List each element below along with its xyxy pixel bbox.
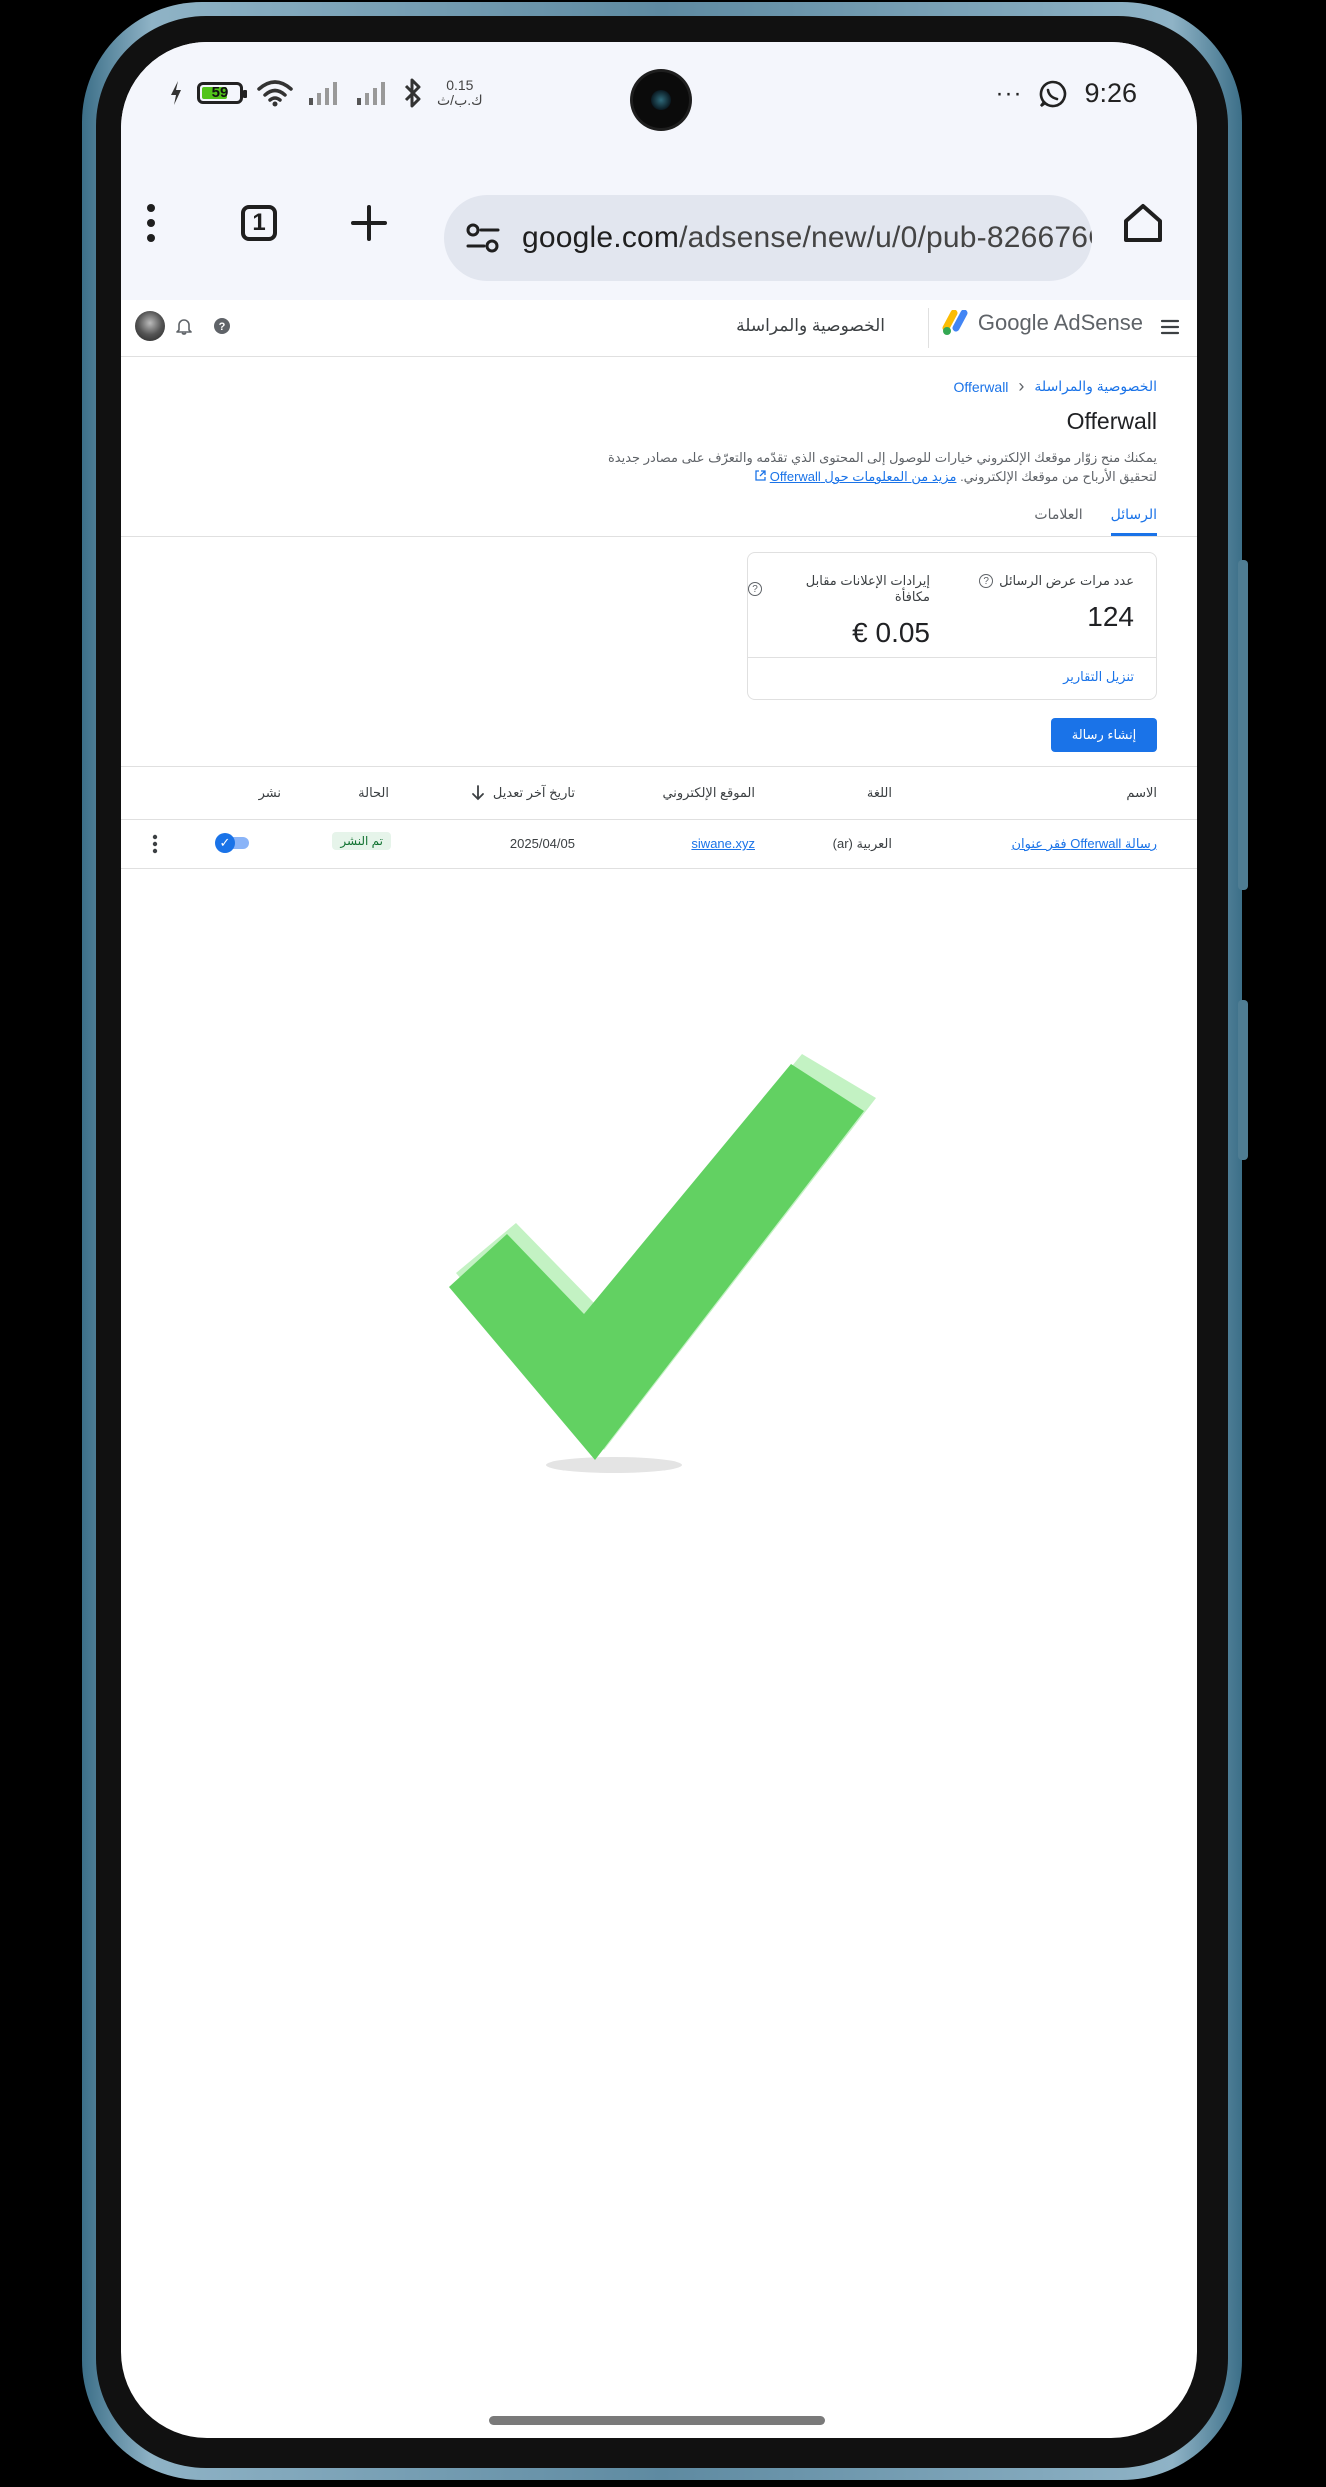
bluetooth-icon bbox=[404, 78, 421, 108]
tab-count-icon: 1 bbox=[241, 205, 277, 241]
power-button bbox=[1238, 1000, 1248, 1160]
battery-icon: 59 bbox=[197, 82, 247, 104]
row-actions-menu[interactable] bbox=[147, 832, 163, 856]
more-notifications-icon: ··· bbox=[995, 79, 1023, 107]
home-icon bbox=[1124, 204, 1162, 242]
download-reports-link[interactable]: تنزيل التقارير bbox=[1063, 669, 1134, 685]
col-language[interactable]: اللغة bbox=[867, 785, 892, 801]
tab-labels[interactable]: العلامات bbox=[1034, 506, 1082, 536]
new-tab-button[interactable] bbox=[343, 197, 395, 249]
plus-icon bbox=[351, 205, 387, 241]
nav-section-title: الخصوصية والمراسلة bbox=[736, 316, 885, 335]
message-name-link[interactable]: رسالة Offerwall فقر عنوان bbox=[1012, 836, 1158, 852]
tab-bar: الرسائل العلامات bbox=[1034, 506, 1157, 536]
stats-card: عدد مرات عرض الرسائل? 124 إيرادات الإعلا… bbox=[747, 552, 1157, 700]
row-last-modified: 2025/04/05 bbox=[509, 836, 575, 851]
speed-value: 0.15 bbox=[446, 77, 474, 93]
create-message-button[interactable]: إنشاء رسالة bbox=[1051, 718, 1157, 752]
col-publish[interactable]: نشر bbox=[259, 785, 281, 801]
url-text[interactable]: google.com/adsense/new/u/0/pub-826676C bbox=[522, 221, 1092, 255]
bell-icon bbox=[176, 319, 192, 335]
notifications-button[interactable] bbox=[172, 314, 196, 338]
battery-level: 59 bbox=[211, 84, 229, 101]
views-metric: عدد مرات عرض الرسائل? 124 bbox=[952, 553, 1156, 657]
status-badge-label: تم النشر bbox=[332, 832, 391, 850]
url-path: /adsense/new/u/0/pub-826676C bbox=[679, 221, 1092, 254]
chevron-left-icon: ‹ bbox=[1018, 376, 1025, 396]
col-last-modified[interactable]: تاريخ آخر تعديل bbox=[471, 785, 575, 801]
wifi-icon bbox=[257, 80, 293, 107]
avatar[interactable] bbox=[135, 311, 165, 341]
col-site[interactable]: الموقع الإلكتروني bbox=[662, 785, 755, 801]
revenue-metric: إيرادات الإعلانات مقابل مكافأة? € 0.05 bbox=[748, 553, 952, 657]
brand-name: Google AdSense bbox=[977, 310, 1143, 335]
signal-icon bbox=[309, 82, 337, 105]
status-bar: 59 0.15 ك.ب/ث ··· 9:26 bbox=[121, 42, 1197, 147]
network-speed: 0.15 ك.ب/ث bbox=[437, 78, 483, 108]
adsense-brand[interactable]: Google AdSense bbox=[942, 310, 1143, 336]
breadcrumb-parent[interactable]: الخصوصية والمراسلة bbox=[1034, 378, 1157, 395]
col-name[interactable]: الاسم bbox=[1126, 785, 1157, 801]
sort-arrow-down-icon bbox=[472, 785, 484, 801]
address-bar[interactable]: google.com/adsense/new/u/0/pub-826676C bbox=[444, 195, 1092, 281]
help-icon[interactable]: ? bbox=[979, 574, 994, 588]
col-status[interactable]: الحالة bbox=[358, 785, 389, 801]
description-line-1: يمكنك منح زوّار موقعك الإلكتروني خيارات … bbox=[607, 450, 1157, 465]
page-title: Offerwall bbox=[1066, 408, 1157, 434]
open-external-icon bbox=[755, 470, 766, 481]
check-icon: ✓ bbox=[215, 833, 235, 853]
url-host: google.com bbox=[522, 221, 680, 254]
status-left: 59 0.15 ك.ب/ث bbox=[169, 78, 483, 108]
table-row[interactable]: رسالة Offerwall فقر عنوان العربية (ar) s… bbox=[121, 820, 1197, 869]
adsense-header: ? الخصوصية والمراسلة Google AdSense bbox=[121, 300, 1197, 357]
status-right: ··· 9:26 bbox=[995, 78, 1137, 109]
signal-icon bbox=[357, 82, 385, 105]
clock: 9:26 bbox=[1084, 78, 1137, 108]
whatsapp-icon bbox=[1040, 80, 1067, 107]
browser-menu-button[interactable] bbox=[125, 197, 177, 249]
help-button[interactable]: ? bbox=[210, 314, 234, 338]
home-indicator[interactable] bbox=[489, 2416, 825, 2425]
front-camera bbox=[633, 72, 689, 128]
charging-icon bbox=[171, 81, 181, 105]
speed-unit: ك.ب/ث bbox=[437, 92, 483, 108]
publish-toggle[interactable]: ✓ bbox=[215, 832, 249, 854]
phone-screen: 59 0.15 ك.ب/ث ··· 9:26 1 google.com/adse… bbox=[121, 42, 1197, 2438]
adsense-logo-icon bbox=[942, 310, 968, 335]
help-icon[interactable]: ? bbox=[748, 582, 762, 596]
browser-toolbar: 1 google.com/adsense/new/u/0/pub-826676C bbox=[121, 147, 1197, 301]
revenue-label: إيرادات الإعلانات مقابل مكافأة bbox=[805, 573, 930, 604]
col-last-modified-label: تاريخ آخر تعديل bbox=[492, 785, 575, 800]
site-link[interactable]: siwane.xyz bbox=[691, 836, 755, 851]
breadcrumb-current[interactable]: Offerwall bbox=[953, 379, 1008, 395]
views-value: 124 bbox=[1087, 601, 1134, 632]
nav-divider bbox=[928, 308, 929, 348]
home-button[interactable] bbox=[1117, 197, 1169, 249]
revenue-value: € 0.05 bbox=[852, 617, 930, 648]
table-header: الاسم اللغة الموقع الإلكتروني تاريخ آخر … bbox=[121, 767, 1197, 820]
tabs-divider bbox=[121, 536, 1197, 537]
tab-messages[interactable]: الرسائل bbox=[1110, 506, 1157, 536]
check-icon bbox=[449, 1054, 876, 1473]
views-label: عدد مرات عرض الرسائل bbox=[999, 573, 1134, 588]
page-description: يمكنك منح زوّار موقعك الإلكتروني خيارات … bbox=[597, 448, 1157, 486]
stats-metrics: عدد مرات عرض الرسائل? 124 إيرادات الإعلا… bbox=[748, 553, 1156, 658]
status-badge: تم النشر bbox=[332, 832, 391, 850]
svg-text:?: ? bbox=[219, 321, 226, 333]
row-language: العربية (ar) bbox=[832, 836, 892, 851]
description-line-2: لتحقيق الأرباح من موقعك الإلكتروني. bbox=[960, 469, 1157, 484]
tune-icon[interactable] bbox=[462, 217, 504, 259]
volume-button bbox=[1238, 560, 1248, 890]
help-icon: ? bbox=[214, 318, 230, 334]
breadcrumb: الخصوصية والمراسلة ‹ Offerwall bbox=[953, 376, 1157, 397]
hamburger-icon[interactable] bbox=[1159, 316, 1181, 338]
learn-more-link[interactable]: مزيد من المعلومات حول Offerwall bbox=[770, 469, 957, 484]
tab-switcher-button[interactable]: 1 bbox=[233, 197, 285, 249]
kebab-menu-icon bbox=[147, 204, 155, 242]
